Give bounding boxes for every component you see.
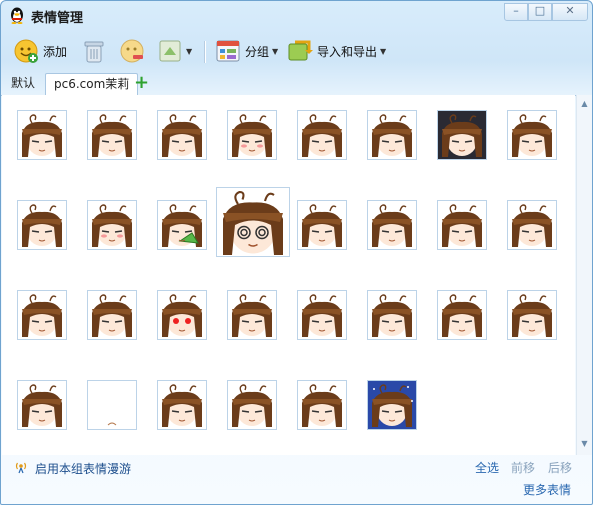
emoticon-manager-window: 表情管理 – □ ✕ 添加 ▼ 分组 ▼ 导入和导出 ▼ 默认 pc6.com茉… (0, 0, 593, 505)
emoticon-thumbnail[interactable] (87, 110, 137, 160)
emoticon-thumbnail[interactable] (367, 110, 417, 160)
emoticon-thumbnail[interactable] (367, 290, 417, 340)
group-label: 分组 (245, 44, 270, 59)
select-all-link[interactable]: 全选 (475, 459, 499, 476)
group-button[interactable]: 分组 ▼ (215, 37, 278, 65)
enable-roaming-link[interactable]: 启用本组表情漫游 (35, 460, 131, 477)
close-button[interactable]: ✕ (552, 3, 588, 21)
import-export-label: 导入和导出 (317, 44, 378, 59)
chevron-down-icon: ▼ (186, 46, 193, 56)
emoticon-thumbnail[interactable] (17, 200, 67, 250)
delete-button[interactable] (81, 37, 107, 65)
add-smiley-icon (14, 39, 38, 63)
emoticon-thumbnail[interactable] (507, 290, 557, 340)
emoticon-thumbnail[interactable] (157, 380, 207, 430)
toolbar: 添加 ▼ 分组 ▼ 导入和导出 ▼ (1, 33, 592, 69)
window-title: 表情管理 (31, 11, 84, 26)
emoticon-thumbnail[interactable] (507, 200, 557, 250)
add-label: 添加 (43, 44, 68, 59)
emoticon-thumbnail[interactable] (17, 290, 67, 340)
tab-default[interactable]: 默认 (5, 73, 41, 94)
import-export-button[interactable]: 导入和导出 ▼ (287, 37, 386, 65)
emoticon-thumbnail[interactable] (297, 290, 347, 340)
emoticon-grid (2, 95, 575, 455)
emoticon-thumbnail[interactable] (437, 110, 487, 160)
emoticon-thumbnail[interactable] (216, 187, 290, 257)
remove-smiley-button[interactable] (119, 37, 145, 65)
emoticon-thumbnail[interactable] (227, 110, 277, 160)
scroll-up-icon[interactable]: ▲ (577, 97, 592, 111)
emoticon-thumbnail[interactable] (17, 110, 67, 160)
emoticon-thumbnail[interactable] (87, 290, 137, 340)
group-tabs: 默认 pc6.com茉莉 + (1, 73, 592, 96)
move-emoticon-icon (159, 40, 181, 62)
minimize-button[interactable]: – (504, 3, 528, 21)
scroll-down-icon[interactable]: ▼ (577, 437, 592, 451)
footer: 启用本组表情漫游 全选 前移 后移 更多表情 (1, 455, 592, 504)
emoticon-thumbnail[interactable] (17, 380, 67, 430)
roaming-signal-icon (15, 462, 27, 474)
emoticon-thumbnail[interactable] (297, 200, 347, 250)
emoticon-thumbnail[interactable] (227, 380, 277, 430)
more-emoticons-link[interactable]: 更多表情 (523, 481, 571, 498)
emoticon-thumbnail[interactable] (157, 110, 207, 160)
tab-pc6-moli[interactable]: pc6.com茉莉 (45, 73, 139, 96)
move-back-link[interactable]: 后移 (548, 459, 572, 476)
emoticon-thumbnail[interactable] (87, 200, 137, 250)
emoticon-thumbnail[interactable] (507, 110, 557, 160)
emoticon-thumbnail[interactable] (157, 200, 207, 250)
add-button[interactable]: 添加 (13, 37, 67, 65)
move-dropdown-button[interactable]: ▼ (157, 37, 192, 65)
emoticon-thumbnail[interactable] (367, 380, 417, 430)
title-bar: 表情管理 – □ ✕ (1, 1, 592, 29)
group-icon (216, 40, 240, 62)
maximize-button[interactable]: □ (528, 3, 552, 21)
add-group-icon[interactable]: + (134, 74, 149, 92)
import-export-icon (288, 40, 313, 61)
trash-icon (84, 41, 104, 63)
move-forward-link[interactable]: 前移 (511, 459, 535, 476)
emoticon-thumbnail[interactable] (437, 290, 487, 340)
emoticon-thumbnail[interactable] (227, 290, 277, 340)
chevron-down-icon: ▼ (380, 46, 387, 56)
emoticon-thumbnail[interactable] (87, 380, 137, 430)
toolbar-separator (204, 41, 206, 63)
vertical-scrollbar[interactable]: ▲ ▼ (576, 95, 592, 455)
qq-penguin-icon (11, 7, 23, 24)
chevron-down-icon: ▼ (272, 46, 279, 56)
emoticon-thumbnail[interactable] (297, 110, 347, 160)
emoticon-thumbnail[interactable] (437, 200, 487, 250)
remove-smiley-icon (120, 39, 144, 63)
emoticon-thumbnail[interactable] (297, 380, 347, 430)
emoticon-thumbnail[interactable] (157, 290, 207, 340)
emoticon-thumbnail[interactable] (367, 200, 417, 250)
